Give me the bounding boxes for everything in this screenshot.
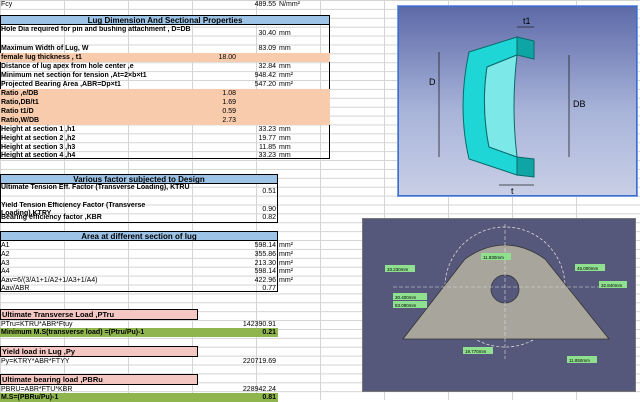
s1-value-6: 1.08	[222, 90, 236, 97]
fcy-unit: N/mm²	[279, 1, 300, 8]
s3-row-3[interactable]: A4 598.14 mm²	[0, 267, 330, 276]
s2-value-0: 0.51	[262, 188, 276, 195]
s1-label-0: Hole Dia required for pin and bushing at…	[1, 26, 191, 33]
s6-ms-value: 0.81	[262, 394, 276, 401]
lug-2d-drawing[interactable]: 11.830mm 45.000mm 33.230mm 30.400mm 83.0…	[362, 218, 636, 392]
s4-ms-row[interactable]: Minimum M.S(transverse load) =(Ptru/Pu)-…	[0, 328, 278, 337]
dim-0: 11.830mm	[483, 255, 504, 260]
section5-header-row[interactable]: Yield load in Lug ,Py	[0, 346, 198, 357]
s1-row-1[interactable]: Maximum Width of Lug, W 83.09 mm	[0, 44, 330, 53]
s1-row-10[interactable]: Height at section 1 ,h1 33.23 mm	[0, 125, 330, 134]
lug-3d-image[interactable]: D DB t1 t	[398, 6, 637, 196]
s2-row-2[interactable]: Bearing efficiency factor ,KBR 0.82	[0, 213, 278, 222]
s1-unit-11: mm	[279, 135, 291, 142]
s1-row-0[interactable]: Hole Dia required for pin and bushing at…	[0, 26, 330, 44]
s1-value-0: 30.40	[258, 30, 276, 37]
fcy-row[interactable]: Fcy 489.55 N/mm²	[0, 0, 330, 9]
s1-value-5: 547.20	[254, 81, 276, 88]
s1-row-4[interactable]: Minimum net section for tension ,At=2×b×…	[0, 71, 330, 80]
s1-unit-5: mm²	[279, 81, 293, 88]
label-t: t	[511, 186, 514, 195]
s1-value-8: 0.59	[222, 108, 236, 115]
dim-2: 33.230mm	[387, 267, 409, 272]
section5-header: Yield load in Lug ,Py	[2, 347, 76, 356]
s3-unit-1: mm²	[279, 251, 293, 258]
s2-row-0[interactable]: Ultimate Tension Eff. Factor (Transverse…	[0, 184, 278, 202]
s3-value-5: 0.77	[262, 285, 276, 292]
s3-row-1[interactable]: A2 355.86 mm²	[0, 250, 330, 259]
s1-label-11: Height at section 2 ,h2	[1, 135, 76, 142]
s2-value-2: 0.82	[262, 214, 276, 221]
s1-row-2[interactable]: female lug thickness , t1 18.00	[0, 53, 330, 62]
s1-value-2[interactable]: 18.00	[160, 53, 236, 62]
s1-value-13: 33.23	[258, 152, 276, 159]
s3-value-1: 355.86	[254, 251, 276, 258]
s1-value-1: 83.09	[258, 45, 276, 52]
s3-label-3: A4	[1, 268, 10, 275]
s1-unit-3: mm	[279, 63, 291, 70]
s3-label-1: A2	[1, 251, 10, 258]
section6-header-row[interactable]: Ultimate bearing load ,PBRu	[0, 374, 198, 385]
s1-unit-1: mm	[279, 45, 291, 52]
s6-ms-row[interactable]: M.S=(PBRu/Pu)-1 0.81	[0, 393, 278, 402]
s1-value-9: 2.73	[222, 117, 236, 124]
s3-row-0[interactable]: A1 598.14 mm²	[0, 241, 330, 250]
s3-value-3: 598.14	[254, 268, 276, 275]
s1-row-7[interactable]: Ratio,DB/t1 1.69	[0, 98, 330, 107]
s5-formula: Py=KTRY*ABR*FTYY	[1, 358, 70, 365]
s1-label-1: Maximum Width of Lug, W	[1, 45, 89, 52]
section4-header-row[interactable]: Ultimate Transverse Load ,PTru	[0, 309, 198, 320]
section6-header: Ultimate bearing load ,PBRu	[2, 375, 103, 384]
s2-label-2: Bearing efficiency factor ,KBR	[1, 214, 102, 221]
s3-value-0: 598.14	[254, 242, 276, 249]
s1-label-3: Distance of lug apex from hole center ,e	[1, 63, 134, 70]
s3-unit-0: mm²	[279, 242, 293, 249]
s3-row-5[interactable]: Aav/ABR 0.77	[0, 284, 330, 293]
s1-value-4: 948.42	[254, 72, 276, 79]
s1-row-8[interactable]: Ratio t1/D 0.59	[0, 107, 330, 116]
label-t1: t1	[523, 16, 531, 26]
s3-label-0: A1	[1, 242, 10, 249]
s1-unit-0: mm	[279, 30, 291, 37]
s1-row-5[interactable]: Projected Bearing Area ,ABR=Dp×t1 547.20…	[0, 80, 330, 89]
s1-value-10: 33.23	[258, 126, 276, 133]
s1-unit-10: mm	[279, 126, 291, 133]
s1-label-4: Minimum net section for tension ,At=2×b×…	[1, 72, 147, 79]
dim-6: 19.770mm	[465, 349, 487, 354]
dim-7: 11.850mm	[569, 358, 590, 363]
s1-label-10: Height at section 1 ,h1	[1, 126, 76, 133]
s1-row-13[interactable]: Height at section 4 ,h4 33.23 mm	[0, 151, 330, 160]
section4-header: Ultimate Transverse Load ,PTru	[2, 310, 115, 319]
s5-formula-row[interactable]: Py=KTRY*ABR*FTYY 220719.69	[0, 357, 278, 366]
s1-row-6[interactable]: Ratio ,e/DB 1.08	[0, 89, 330, 98]
s1-label-5: Projected Bearing Area ,ABR=Dp×t1	[1, 81, 121, 88]
s2-label-0: Ultimate Tension Eff. Factor (Transverse…	[1, 184, 190, 191]
label-DB: DB	[573, 99, 586, 109]
s4-ms-label: Minimum M.S(transverse load) =(Ptru/Pu)-…	[1, 329, 145, 336]
s3-label-5: Aav/ABR	[1, 285, 30, 292]
dim-1: 45.000mm	[577, 266, 599, 271]
label-D: D	[429, 77, 436, 87]
dim-4: 83.090mm	[395, 303, 417, 308]
s1-label-13: Height at section 4 ,h4	[1, 152, 76, 159]
s1-row-9[interactable]: Ratio,W/DB 2.73	[0, 116, 330, 125]
s6-ms-label: M.S=(PBRu/Pu)-1	[1, 394, 59, 401]
s1-value-7: 1.69	[222, 99, 236, 106]
lug-3d-drawing: D DB t1 t	[429, 16, 586, 196]
s1-unit-13: mm	[279, 152, 291, 159]
fcy-value: 489.55	[254, 1, 276, 8]
dim-5: 32.840mm	[601, 283, 623, 288]
s3-unit-3: mm²	[279, 268, 293, 275]
s1-row-3[interactable]: Distance of lug apex from hole center ,e…	[0, 62, 330, 71]
dim-3: 30.400mm	[395, 295, 417, 300]
s1-unit-4: mm²	[279, 72, 293, 79]
s5-value: 220719.69	[242, 358, 276, 365]
s1-value-3: 32.84	[258, 63, 276, 70]
s1-value-11: 19.77	[258, 135, 276, 142]
lug-2d-svg: 11.830mm 45.000mm 33.230mm 30.400mm 83.0…	[385, 224, 627, 363]
fcy-label: Fcy	[1, 1, 13, 8]
s4-ms-value: 0.21	[262, 329, 276, 336]
s1-row-11[interactable]: Height at section 2 ,h2 19.77 mm	[0, 134, 330, 143]
